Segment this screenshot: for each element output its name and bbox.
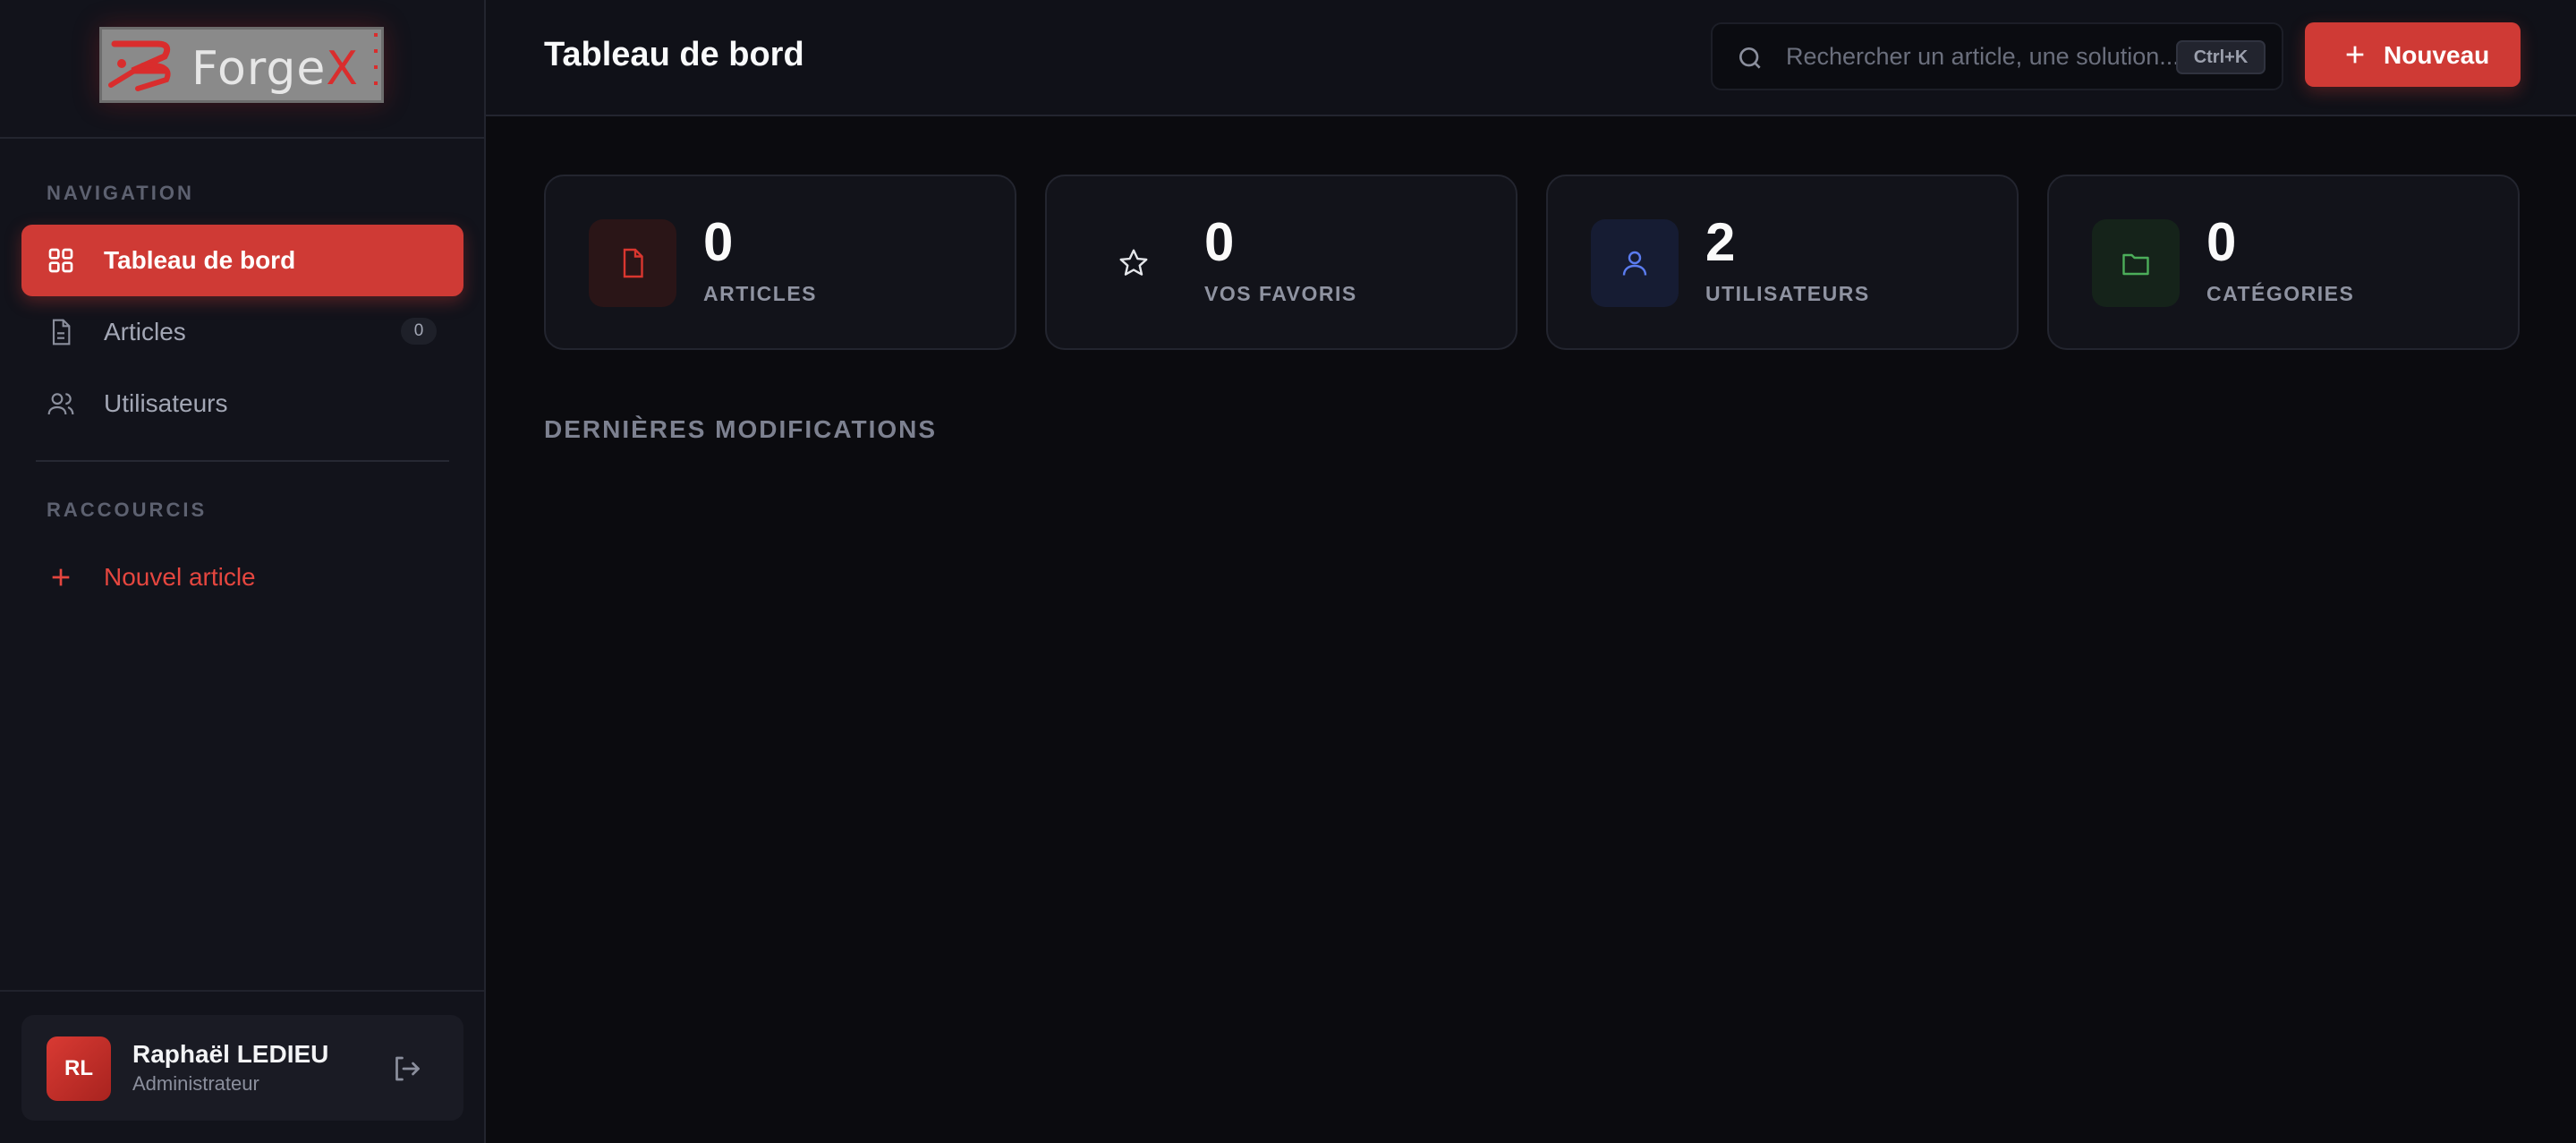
stat-card-categories[interactable]: 0 CATÉGORIES bbox=[2047, 175, 2520, 350]
logout-icon[interactable] bbox=[390, 1053, 422, 1085]
document-icon bbox=[623, 248, 643, 278]
new-button[interactable]: Nouveau bbox=[2305, 22, 2521, 87]
articles-count-badge: 0 bbox=[401, 318, 437, 345]
sidebar-item-dashboard[interactable]: Tableau de bord bbox=[21, 225, 463, 296]
stat-icon-box bbox=[589, 219, 676, 307]
stat-icon-box bbox=[1090, 219, 1177, 307]
stat-value: 0 bbox=[2206, 212, 2237, 272]
search-box[interactable]: Ctrl+K bbox=[1711, 22, 2283, 90]
recent-changes-title: DERNIÈRES MODIFICATIONS bbox=[544, 415, 938, 443]
stat-label: VOS FAVORIS bbox=[1204, 282, 1357, 305]
stat-label: ARTICLES bbox=[703, 282, 817, 305]
search-shortcut-hint: Ctrl+K bbox=[2176, 40, 2266, 74]
stat-label: CATÉGORIES bbox=[2206, 282, 2355, 305]
user-role: Administrateur bbox=[132, 1072, 259, 1095]
search-input[interactable] bbox=[1786, 33, 2180, 80]
logo-text: ForgeX bbox=[191, 42, 359, 96]
user-card: RL Raphaël LEDIEU Administrateur bbox=[21, 1015, 463, 1121]
plus-icon bbox=[52, 568, 70, 586]
stat-card-articles[interactable]: 0 ARTICLES bbox=[544, 175, 1016, 350]
top-bar: Tableau de bord Ctrl+K Nouveau bbox=[486, 0, 2576, 116]
new-button-label: Nouveau bbox=[2384, 41, 2490, 69]
stat-icon-box bbox=[1591, 219, 1679, 307]
logo-area: ForgeX bbox=[0, 0, 484, 139]
sidebar-divider bbox=[36, 460, 449, 462]
sidebar: ForgeX NAVIGATION Tableau de bord Articl… bbox=[0, 0, 486, 1143]
stat-value: 2 bbox=[1705, 212, 1736, 272]
sidebar-item-users[interactable]: Utilisateurs bbox=[21, 368, 463, 439]
search-icon bbox=[1739, 47, 1761, 69]
star-icon bbox=[1119, 249, 1148, 276]
page-title: Tableau de bord bbox=[544, 36, 804, 73]
nav-section-label: NAVIGATION bbox=[47, 182, 194, 204]
sidebar-item-articles[interactable]: Articles 0 bbox=[21, 296, 463, 368]
sidebar-item-label: Tableau de bord bbox=[104, 246, 296, 274]
user-icon bbox=[1622, 251, 1647, 276]
forgex-logo[interactable]: ForgeX bbox=[99, 27, 384, 103]
shortcuts-section-label: RACCOURCIS bbox=[47, 499, 208, 521]
user-name: Raphaël LEDIEU bbox=[132, 1040, 329, 1068]
sidebar-item-label: Utilisateurs bbox=[104, 389, 228, 417]
stat-card-users[interactable]: 2 UTILISATEURS bbox=[1546, 175, 2019, 350]
shortcut-new-article[interactable]: Nouvel article bbox=[21, 542, 463, 613]
avatar[interactable]: RL bbox=[47, 1036, 111, 1101]
grid-icon bbox=[48, 248, 73, 273]
user-divider bbox=[0, 990, 484, 992]
folder-icon bbox=[2122, 253, 2149, 276]
plus-icon bbox=[2346, 46, 2364, 64]
shortcut-label: Nouvel article bbox=[104, 563, 256, 591]
app: ForgeX NAVIGATION Tableau de bord Articl… bbox=[0, 0, 2576, 1143]
users-icon bbox=[47, 393, 74, 415]
stat-label: UTILISATEURS bbox=[1705, 282, 1870, 305]
stat-value: 0 bbox=[1204, 212, 1235, 272]
stat-card-favorites[interactable]: 0 VOS FAVORIS bbox=[1045, 175, 1518, 350]
stat-value: 0 bbox=[703, 212, 734, 272]
sidebar-item-label: Articles bbox=[104, 318, 186, 345]
stat-icon-box bbox=[2092, 219, 2180, 307]
document-icon bbox=[52, 319, 71, 345]
